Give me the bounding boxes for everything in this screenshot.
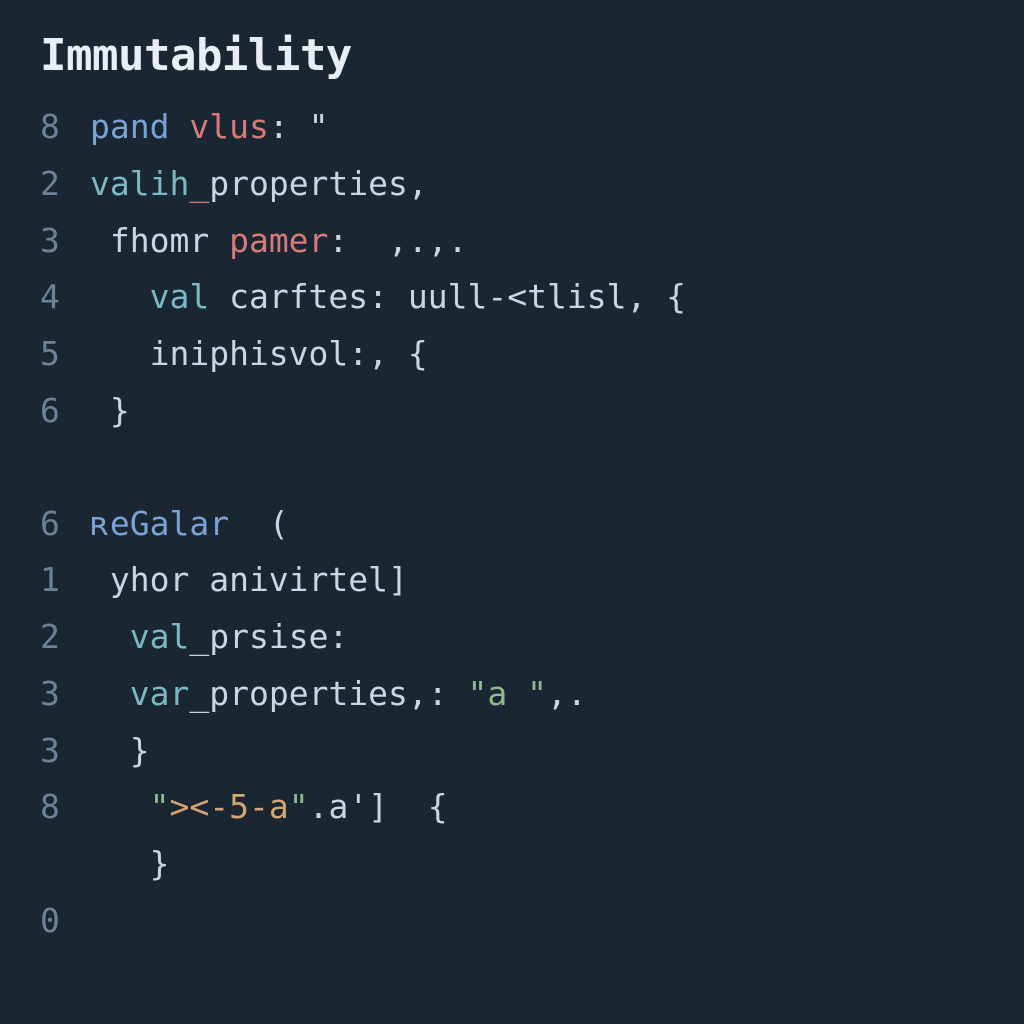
code-line: 1 yhor anivirtel] — [40, 552, 984, 609]
code-block-1: 8pand vlus: "2valih_properties,3 fhomr p… — [40, 99, 984, 440]
token: _ — [189, 617, 209, 656]
code-content: var_properties,: "a ",. — [90, 666, 587, 723]
page-title: Immutability — [40, 30, 984, 81]
line-number: 2 — [40, 609, 90, 666]
token: iniphisvol:, { — [90, 334, 428, 373]
line-number: 8 — [40, 779, 90, 836]
code-line: 3 fhomr pamer: ,.,. — [40, 213, 984, 270]
token: " — [150, 787, 170, 826]
code-content: val_prsise: — [90, 609, 348, 666]
line-number: 3 — [40, 213, 90, 270]
line-number: 4 — [40, 269, 90, 326]
token: ʀeGalar — [90, 504, 229, 543]
code-content: ʀeGalar ( — [90, 496, 289, 553]
token: } — [90, 391, 130, 430]
code-line: 6 } — [40, 383, 984, 440]
token: carftes: uull-<tlisl, { — [209, 277, 686, 316]
line-number: 3 — [40, 666, 90, 723]
line-number: 5 — [40, 326, 90, 383]
code-content: pand vlus: " — [90, 99, 328, 156]
code-content: fhomr pamer: ,.,. — [90, 213, 468, 270]
token: pand — [90, 107, 169, 146]
code-line: } — [40, 836, 984, 893]
code-content: iniphisvol:, { — [90, 326, 428, 383]
token — [90, 277, 150, 316]
token: yhor anivirtel] — [90, 560, 408, 599]
code-line: 8 "><-5-a".a'] { — [40, 779, 984, 836]
code-line: 2valih_properties, — [40, 156, 984, 213]
code-content: yhor anivirtel] — [90, 552, 408, 609]
line-number: 0 — [40, 893, 90, 950]
code-content: val carftes: uull-<tlisl, { — [90, 269, 686, 326]
token — [169, 107, 189, 146]
line-number: 1 — [40, 552, 90, 609]
line-number — [40, 836, 90, 893]
code-content: "><-5-a".a'] { — [90, 779, 448, 836]
code-content: } — [90, 383, 130, 440]
token: _ — [189, 674, 209, 713]
line-number: 3 — [40, 723, 90, 780]
token: _ — [189, 164, 209, 203]
code-line: 2 val_prsise: — [40, 609, 984, 666]
token: } — [90, 844, 169, 883]
token: var — [130, 674, 190, 713]
code-line: 8pand vlus: " — [40, 99, 984, 156]
token — [90, 617, 130, 656]
token — [90, 674, 130, 713]
token: pamer — [229, 221, 328, 260]
code-line: 3 var_properties,: "a ",. — [40, 666, 984, 723]
block-spacer — [40, 440, 984, 496]
token: ><-5-a — [169, 787, 288, 826]
line-number: 6 — [40, 496, 90, 553]
token — [90, 787, 150, 826]
code-line: 3 } — [40, 723, 984, 780]
token: ,. — [547, 674, 587, 713]
token: fhomr — [90, 221, 229, 260]
code-line: 4 val carftes: uull-<tlisl, { — [40, 269, 984, 326]
line-number: 8 — [40, 99, 90, 156]
token: " — [289, 787, 309, 826]
code-line: 6ʀeGalar ( — [40, 496, 984, 553]
token: properties,: — [209, 674, 467, 713]
token: "a " — [468, 674, 547, 713]
code-content: valih_properties, — [90, 156, 428, 213]
token: } — [90, 731, 150, 770]
code-content: } — [90, 723, 150, 780]
token: prsise: — [209, 617, 348, 656]
token: { — [388, 787, 448, 826]
token: val — [150, 277, 210, 316]
code-editor: 8pand vlus: "2valih_properties,3 fhomr p… — [40, 99, 984, 950]
token: : " — [269, 107, 329, 146]
line-number: 2 — [40, 156, 90, 213]
token: : ,.,. — [328, 221, 467, 260]
token: val — [130, 617, 190, 656]
code-block-2: 6ʀeGalar (1 yhor anivirtel]2 val_prsise:… — [40, 496, 984, 950]
token: valih — [90, 164, 189, 203]
code-line: 0 — [40, 893, 984, 950]
code-content: } — [90, 836, 169, 893]
token: vlus — [189, 107, 268, 146]
code-line: 5 iniphisvol:, { — [40, 326, 984, 383]
token: ( — [229, 504, 289, 543]
line-number: 6 — [40, 383, 90, 440]
token: properties, — [209, 164, 428, 203]
token: .a'] — [309, 787, 388, 826]
